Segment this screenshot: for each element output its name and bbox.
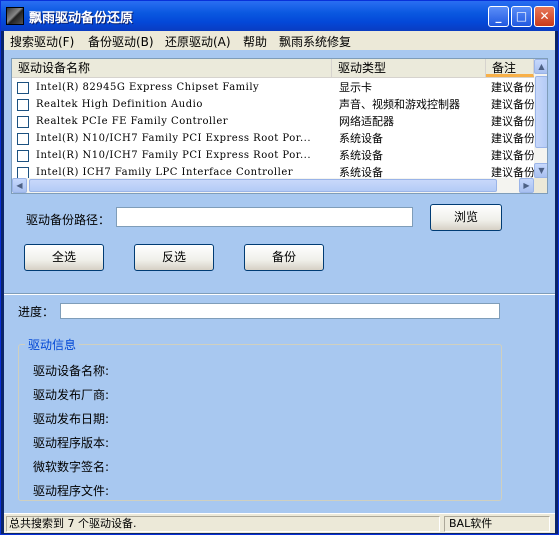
vertical-scroll-thumb[interactable] — [535, 76, 547, 148]
row-device-name: Intel(R) N10/ICH7 Family PCI Express Roo… — [36, 133, 311, 144]
scroll-down-arrow-icon[interactable]: ▼ — [534, 163, 547, 178]
menu-system-repair[interactable]: 飘雨系统修复 — [279, 33, 351, 50]
row-checkbox[interactable] — [17, 99, 29, 111]
backup-path-label: 驱动备份路径： — [26, 213, 111, 227]
row-driver-type: 系统设备 — [339, 149, 383, 162]
browse-button[interactable]: 浏览 — [430, 204, 502, 231]
window-title: 飘雨驱动备份还原 — [29, 11, 134, 26]
menu-restore-drivers[interactable]: 还原驱动(A) — [165, 33, 231, 50]
row-device-name: Realtek PCIe FE Family Controller — [36, 116, 229, 127]
app-icon — [6, 7, 24, 25]
minimize-button[interactable]: _ — [488, 6, 509, 27]
row-driver-type: 声音、视频和游戏控制器 — [339, 98, 460, 111]
scroll-left-arrow-icon[interactable]: ◀ — [12, 178, 27, 193]
table-row[interactable]: Intel(R) 82945G Express Chipset Family 显示… — [12, 79, 534, 96]
invert-selection-button[interactable]: 反选 — [134, 244, 214, 271]
close-button[interactable]: ✕ — [534, 6, 555, 27]
vertical-scrollbar[interactable]: ▲ ▼ — [534, 59, 547, 178]
scroll-up-arrow-icon[interactable]: ▲ — [534, 59, 547, 74]
column-header-device-name[interactable]: 驱动设备名称 — [12, 59, 332, 77]
table-row[interactable]: Intel(R) N10/ICH7 Family PCI Express Roo… — [12, 130, 534, 147]
scrollbar-corner — [534, 178, 547, 193]
backup-path-input[interactable] — [116, 207, 413, 227]
row-driver-type: 系统设备 — [339, 132, 383, 145]
maximize-button[interactable]: □ — [511, 6, 532, 27]
info-vendor-label: 驱动发布厂商: — [33, 388, 110, 402]
status-brand: BAL软件 — [444, 516, 550, 532]
horizontal-scroll-thumb[interactable] — [29, 179, 497, 192]
menu-search-drivers[interactable]: 搜索驱动(F) — [10, 33, 74, 50]
table-row[interactable]: Realtek High Definition Audio 声音、视频和游戏控制器… — [12, 96, 534, 113]
info-version-label: 驱动程序版本: — [33, 436, 110, 450]
driver-info-title: 驱动信息 — [25, 336, 80, 353]
row-note: 建议备份 — [491, 115, 534, 128]
row-device-name: Intel(R) 82945G Express Chipset Family — [36, 82, 260, 93]
backup-button[interactable]: 备份 — [244, 244, 324, 271]
row-driver-type: 网络适配器 — [339, 115, 394, 128]
row-checkbox[interactable] — [17, 82, 29, 94]
table-row[interactable]: Realtek PCIe FE Family Controller 网络适配器 建议… — [12, 113, 534, 130]
info-signature-label: 微软数字签名: — [33, 460, 110, 474]
row-driver-type: 显示卡 — [339, 81, 372, 94]
row-checkbox[interactable] — [17, 150, 29, 162]
horizontal-scrollbar[interactable]: ◀ ▶ — [12, 178, 534, 193]
info-files-label: 驱动程序文件: — [33, 484, 110, 498]
title-bar[interactable]: 飘雨驱动备份还原 _ □ ✕ — [1, 1, 558, 31]
scroll-right-arrow-icon[interactable]: ▶ — [519, 178, 534, 193]
menu-help[interactable]: 帮助 — [243, 33, 267, 50]
table-row[interactable]: Intel(R) N10/ICH7 Family PCI Express Roo… — [12, 147, 534, 164]
info-device-name-label: 驱动设备名称: — [33, 364, 110, 378]
driver-list[interactable]: 驱动设备名称 驱动类型 备注 Intel(R) 82945G Express C… — [11, 58, 548, 194]
menu-backup-drivers[interactable]: 备份驱动(B) — [88, 33, 154, 50]
progress-label: 进度： — [18, 305, 55, 319]
row-checkbox[interactable] — [17, 133, 29, 145]
list-header: 驱动设备名称 驱动类型 备注 — [12, 59, 534, 78]
row-checkbox[interactable] — [17, 116, 29, 128]
row-note: 建议备份 — [491, 98, 534, 111]
row-note: 建议备份 — [491, 132, 534, 145]
driver-info-group: 驱动信息 驱动设备名称: 驱动发布厂商: 驱动发布日期: 驱动程序版本: 微软数… — [18, 336, 502, 501]
row-note: 建议备份 — [491, 81, 534, 94]
divider — [4, 293, 555, 295]
menu-bar: 搜索驱动(F) 备份驱动(B) 还原驱动(A) 帮助 飘雨系统修复 — [4, 31, 555, 50]
status-bar: 总共搜索到 7 个驱动设备. BAL软件 — [4, 513, 555, 533]
info-date-label: 驱动发布日期: — [33, 412, 110, 426]
row-device-name: Realtek High Definition Audio — [36, 99, 203, 110]
select-all-button[interactable]: 全选 — [24, 244, 104, 271]
progress-bar — [60, 303, 500, 319]
app-window: 飘雨驱动备份还原 _ □ ✕ 搜索驱动(F) 备份驱动(B) 还原驱动(A) 帮… — [0, 0, 559, 535]
column-header-note[interactable]: 备注 — [486, 59, 534, 77]
column-header-driver-type[interactable]: 驱动类型 — [332, 59, 486, 77]
row-device-name: Intel(R) N10/ICH7 Family PCI Express Roo… — [36, 150, 311, 161]
status-message: 总共搜索到 7 个驱动设备. — [6, 516, 440, 532]
client-area: 驱动设备名称 驱动类型 备注 Intel(R) 82945G Express C… — [4, 50, 555, 513]
row-note: 建议备份 — [491, 149, 534, 162]
